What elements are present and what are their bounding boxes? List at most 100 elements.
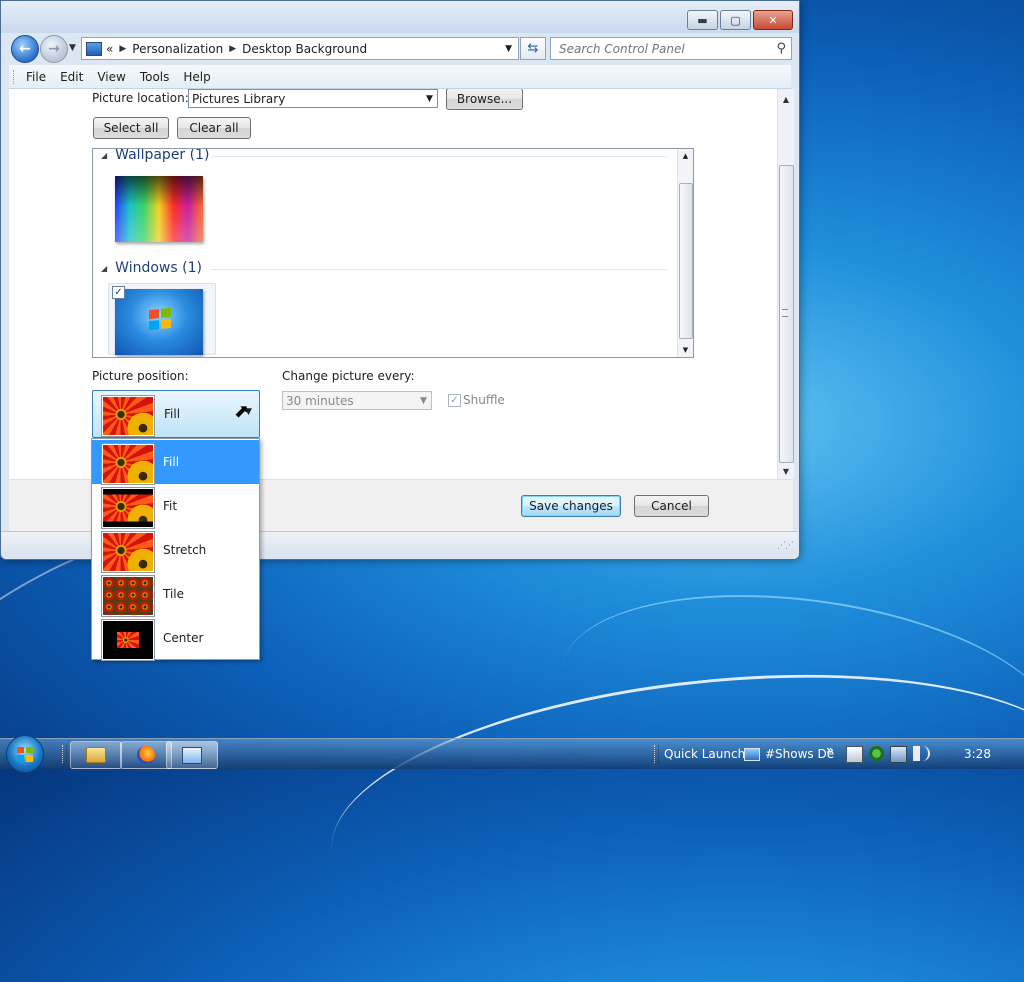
control-panel-icon [182, 746, 202, 764]
forward-button[interactable]: → [40, 35, 68, 63]
picture-gallery[interactable]: ◢ Wallpaper (1) ◢ Windows (1) ✓ ▲ ▼ [92, 148, 694, 358]
menu-edit[interactable]: Edit [60, 70, 83, 84]
address-bar[interactable]: « ▶ Personalization ▶ Desktop Background… [81, 37, 519, 60]
start-button[interactable] [6, 735, 44, 773]
scroll-thumb[interactable] [679, 183, 693, 339]
group-header-windows[interactable]: ◢ Windows (1) [101, 260, 202, 276]
system-clock[interactable]: 3:28 [964, 747, 991, 761]
scroll-down-icon[interactable]: ▼ [678, 343, 693, 357]
scroll-up-icon[interactable]: ▲ [778, 91, 794, 107]
security-shield-icon[interactable] [869, 746, 884, 761]
group-divider [211, 269, 667, 270]
firefox-icon [137, 746, 155, 764]
close-button[interactable]: ✕ [753, 10, 793, 30]
fill-preview-icon [102, 444, 154, 484]
breadcrumb-desktop-background[interactable]: Desktop Background [242, 42, 367, 56]
select-all-button[interactable]: Select all [93, 117, 169, 139]
recent-pages-dropdown-icon[interactable]: ▼ [69, 43, 76, 53]
breadcrumb-separator-icon[interactable]: ▶ [229, 44, 236, 54]
picture-position-dropdown: Fill Fit Stretch Tile Center [91, 438, 260, 660]
option-stretch[interactable]: Stretch [92, 528, 259, 572]
menu-file[interactable]: File [26, 70, 46, 84]
option-label: Stretch [163, 543, 207, 557]
taskbar-grip[interactable] [654, 745, 659, 763]
interval-select[interactable]: 30 minutes ▼ [282, 391, 432, 410]
search-icon[interactable]: ⚲ [776, 41, 786, 56]
shuffle-label: Shuffle [463, 393, 505, 407]
notification-area [846, 746, 930, 763]
network-icon[interactable] [890, 746, 907, 763]
search-box[interactable]: ⚲ [550, 37, 792, 60]
thumbnail-checkbox[interactable]: ✓ [112, 286, 125, 299]
scroll-up-icon[interactable]: ▲ [678, 149, 693, 163]
group-title: Windows (1) [115, 260, 202, 276]
option-center[interactable]: Center [92, 616, 259, 660]
address-dropdown-icon[interactable]: ▼ [505, 44, 512, 54]
title-bar[interactable]: ▬ ▢ ✕ [1, 1, 799, 33]
wallpaper-thumbnail[interactable] [115, 176, 203, 242]
scroll-down-icon[interactable]: ▼ [778, 463, 794, 479]
show-desktop-item[interactable]: #Shows De [744, 747, 834, 761]
taskbar-firefox-button[interactable] [120, 741, 172, 769]
option-tile[interactable]: Tile [92, 572, 259, 616]
menu-tools[interactable]: Tools [140, 70, 170, 84]
address-overflow[interactable]: « [106, 42, 113, 56]
gallery-scrollbar[interactable]: ▲ ▼ [677, 149, 693, 357]
center-preview-icon [102, 620, 154, 660]
control-panel-icon [86, 41, 102, 56]
picture-location-select[interactable]: Pictures Library ▼ [188, 89, 438, 108]
windows-logo-icon [17, 746, 33, 762]
menu-help[interactable]: Help [183, 70, 210, 84]
taskbar-control-panel-button[interactable] [166, 741, 218, 769]
picture-position-combobox[interactable]: Fill ▼ ⬈ [92, 390, 260, 438]
windows-logo-icon [149, 307, 171, 331]
chevron-down-icon: ▼ [420, 395, 427, 406]
folder-icon [86, 747, 106, 763]
scroll-grip [782, 309, 788, 317]
breadcrumb-separator-icon[interactable]: ▶ [119, 44, 126, 54]
group-header-wallpaper[interactable]: ◢ Wallpaper (1) [101, 148, 210, 163]
option-label: Center [163, 631, 204, 645]
clear-all-button[interactable]: Clear all [177, 117, 251, 139]
collapse-triangle-icon[interactable]: ◢ [101, 264, 107, 273]
picture-location-value: Pictures Library [192, 91, 286, 106]
browse-button[interactable]: Browse... [446, 89, 523, 110]
option-label: Tile [163, 587, 185, 601]
quick-launch-toolbar[interactable]: Quick Launch [664, 747, 745, 761]
volume-icon[interactable] [913, 746, 930, 761]
minimize-button[interactable]: ▬ [687, 10, 718, 30]
maximize-button[interactable]: ▢ [720, 10, 751, 30]
breadcrumb-personalization[interactable]: Personalization [132, 42, 223, 56]
stretch-preview-icon [102, 532, 154, 572]
save-changes-button[interactable]: Save changes [521, 495, 621, 517]
show-desktop-label: #Shows De [765, 747, 835, 761]
content-pane: Picture location: Pictures Library ▼ Bro… [9, 89, 777, 479]
navigation-bar: ← → ▼ « ▶ Personalization ▶ Desktop Back… [1, 33, 799, 63]
tile-preview-icon [102, 576, 154, 616]
option-fit[interactable]: Fit [92, 484, 259, 528]
group-title: Wallpaper (1) [115, 148, 210, 163]
taskbar-grip[interactable] [62, 745, 67, 763]
windows-thumbnail[interactable] [115, 289, 203, 355]
taskbar: Quick Launch #Shows De » 3:28 [0, 735, 1024, 773]
refresh-button[interactable]: ⇆ [520, 37, 546, 60]
wallpaper-swoosh [318, 640, 1024, 982]
picture-location-label: Picture location: [92, 91, 189, 105]
shuffle-checkbox[interactable]: ✓ [448, 394, 461, 407]
content-scrollbar[interactable]: ▲ ▼ [777, 89, 794, 479]
collapse-triangle-icon[interactable]: ◢ [101, 151, 107, 160]
taskbar-explorer-button[interactable] [70, 741, 122, 769]
monitor-icon [744, 747, 760, 761]
option-fill[interactable]: Fill [92, 440, 259, 484]
back-button[interactable]: ← [11, 35, 39, 63]
picture-position-label: Picture position: [92, 369, 189, 383]
picture-position-value: Fill [164, 407, 181, 421]
resize-grip-icon[interactable]: ⋰⋰ [777, 541, 794, 551]
option-label: Fill [163, 455, 180, 469]
document-tray-icon[interactable] [846, 746, 863, 763]
cancel-button[interactable]: Cancel [634, 495, 709, 517]
menu-view[interactable]: View [97, 70, 125, 84]
mouse-cursor-icon: ⬈ [234, 401, 250, 422]
toolbar-overflow-chevron[interactable]: » [826, 743, 834, 757]
search-input[interactable] [557, 40, 771, 57]
